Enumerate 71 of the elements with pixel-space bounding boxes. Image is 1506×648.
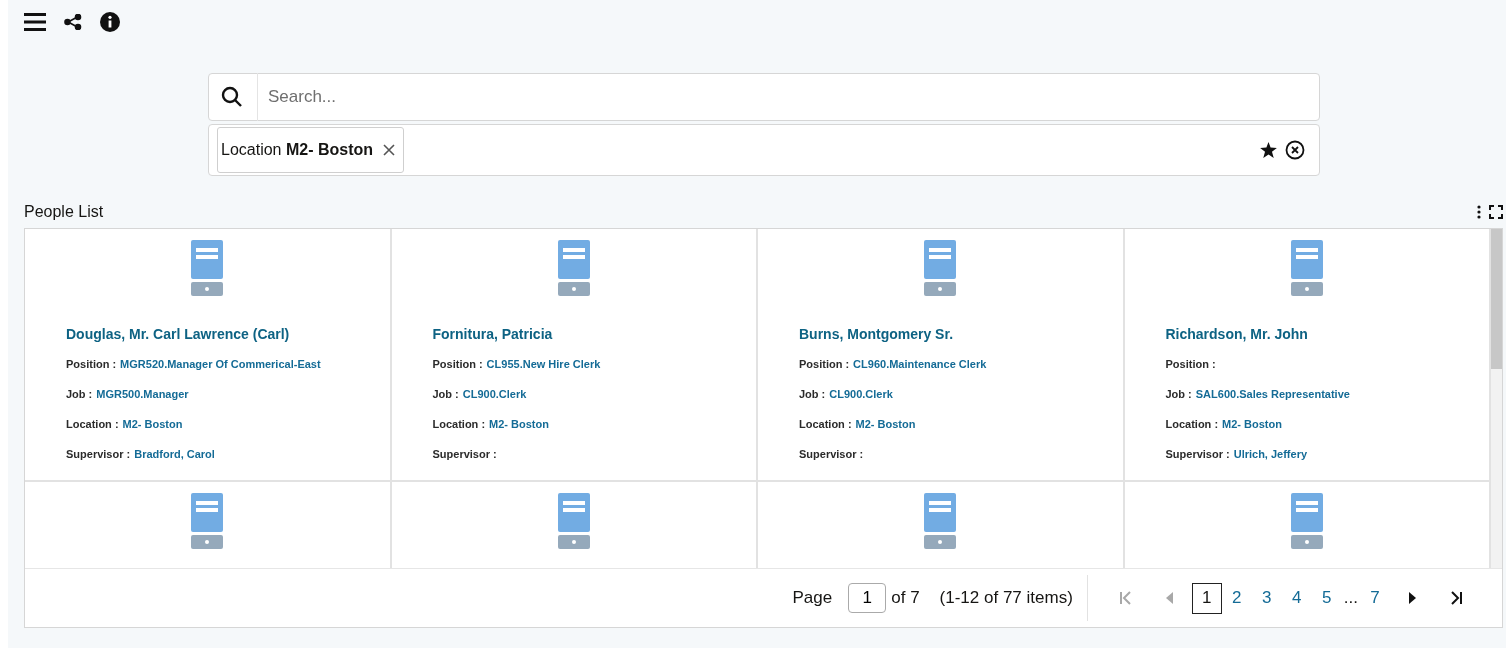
field-value-link[interactable]: CL955.New Hire Clerk [486,358,601,370]
person-card[interactable]: Burns, Montgomery Sr. Position : CL960.Maintenance Clerk Job : CL900.Clerk Location : M2- Boston Supervisor : [758,229,1125,482]
share-icon[interactable] [64,14,82,30]
right-triangle-icon [1408,592,1416,604]
item-range: (1-12 of 77 items) [939,588,1073,608]
left-triangle-icon [1165,592,1174,604]
field-label: Supervisor : [66,448,131,460]
server-icon [191,240,224,296]
server-icon [924,493,957,549]
field-label: Job : [432,388,459,400]
server-icon [557,493,590,549]
page-button[interactable]: 3 [1251,582,1282,614]
server-icon [191,493,224,549]
person-card[interactable]: Douglas, Mr. Carl Lawrence (Carl) Position : MGR520.Manager Of Commerical-East Job : MGR500.Manager Location : M2- Boston Supervisor : Bradford, Carol [25,229,392,482]
person-name-link[interactable]: Richardson, Mr. John [1165,326,1489,342]
server-icon [1290,493,1323,549]
field-value-link[interactable]: CL900.Clerk [829,388,893,400]
field-value-link[interactable]: MGR520.Manager Of Commerical-East [120,358,321,370]
page-button[interactable]: 4 [1281,582,1312,614]
field-value-link[interactable]: Bradford, Carol [134,448,215,460]
more-icon[interactable] [1477,205,1481,219]
field-label: Job : [1165,388,1192,400]
scrollbar[interactable] [1491,229,1502,568]
field-label: Job : [66,388,93,400]
page-input[interactable]: 1 [848,583,887,613]
field-label: Location : [799,418,852,430]
field-value-link[interactable]: M2- Boston [855,418,916,430]
server-icon [1290,240,1323,296]
field-label: Position : [66,358,117,370]
field-value-link[interactable]: M2- Boston [122,418,183,430]
star-icon[interactable] [1260,142,1277,158]
person-name-link[interactable]: Fornitura, Patricia [432,326,756,342]
first-page-icon [1118,591,1133,605]
field-label: Location : [1165,418,1219,430]
field-value-link[interactable]: SAL600.Sales Representative [1195,388,1350,400]
field-label: Supervisor : [1165,448,1230,460]
close-icon[interactable] [383,144,396,156]
info-icon[interactable] [100,12,120,32]
clear-icon[interactable] [1285,140,1305,160]
field-value-link[interactable]: CL960.Maintenance Clerk [853,358,987,370]
server-icon [557,240,590,296]
person-name-link[interactable]: Burns, Montgomery Sr. [799,326,1123,342]
page-label: Page [792,588,833,608]
server-icon [924,240,957,296]
field-label: Location : [432,418,486,430]
fullscreen-icon[interactable] [1489,205,1503,219]
search-icon [221,86,243,108]
page-button[interactable]: 2 [1221,582,1252,614]
page-button[interactable]: 7 [1360,582,1390,614]
field-label: Location : [66,418,119,430]
list-title: People List [24,203,104,221]
field-value-link[interactable]: M2- Boston [489,418,549,430]
field-value-link[interactable]: MGR500.Manager [96,388,189,400]
field-label: Supervisor : [432,448,497,460]
page-count: of 7 [891,588,920,608]
page-ellipsis: ... [1343,588,1358,608]
field-label: Position : [432,358,483,370]
person-card[interactable]: Fornitura, Patricia Position : CL955.New Hire Clerk Job : CL900.Clerk Location : M2- Boston Supervisor : [391,229,758,482]
field-label: Position : [1165,358,1216,370]
field-value-link[interactable]: Ulrich, Jeffery [1233,448,1308,460]
last-page-icon [1449,591,1463,605]
field-value-link[interactable]: M2- Boston [1222,418,1282,430]
page-button[interactable]: 5 [1311,582,1342,614]
field-label: Supervisor : [799,448,864,460]
person-name-link[interactable]: Douglas, Mr. Carl Lawrence (Carl) [66,326,390,342]
field-value-link[interactable]: CL900.Clerk [462,388,527,400]
field-label: Job : [799,388,826,400]
field-label: Position : [799,358,850,370]
filter-chip[interactable]: Location M2- Boston [217,127,405,173]
menu-icon[interactable] [24,12,46,32]
page-button[interactable]: 1 [1191,582,1222,614]
